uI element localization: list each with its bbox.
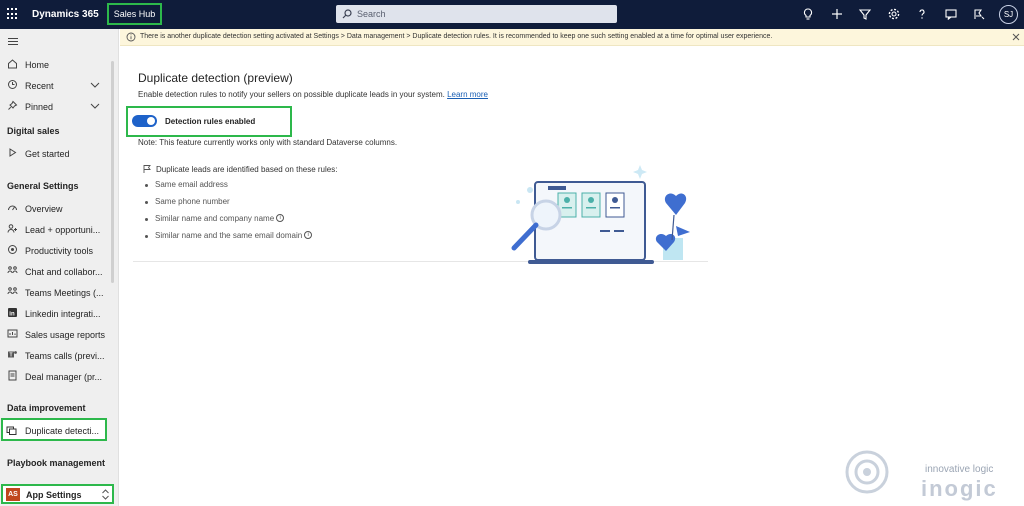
sidebar-item-duplicate-detection[interactable]: Duplicate detecti... [1,418,107,441]
info-icon[interactable]: i [304,231,313,239]
watermark-tagline: innovative logic [925,464,994,475]
sidebar-item-overview[interactable]: Overview [0,198,110,218]
feature-note: Note: This feature currently works only … [138,138,398,147]
sidebar-item-label: Deal manager (pr... [25,372,103,382]
sidebar-item-label: Lead + opportuni... [25,225,101,235]
pin-icon [8,100,18,110]
sidebar-item-productivity-tools[interactable]: Productivity tools [0,240,110,260]
flag-icon [143,165,151,173]
rules-heading-text: Duplicate leads are identified based on … [156,165,338,174]
sidebar-item-label: Linkedin integrati... [25,309,101,319]
detection-rules-toggle-container: Detection rules enabled [126,106,292,137]
sidebar-item-label: Overview [25,204,63,214]
plus-icon[interactable] [830,7,844,21]
sidebar-item-label: Duplicate detecti... [25,426,100,436]
sidebar-item-label: Recent [25,81,54,91]
rule-text: Similar name and the same email domain [155,231,303,240]
search-input[interactable]: Search [336,5,617,23]
page-description: Enable detection rules to notify your se… [138,90,488,99]
search-icon [342,9,352,19]
toggle-label: Detection rules enabled [165,117,256,126]
filter-icon[interactable] [858,7,872,21]
sidebar-item-home[interactable]: Home [0,54,110,74]
svg-text:T: T [10,353,13,359]
app-settings-label: App Settings [26,490,82,500]
chevron-up-down-icon[interactable] [101,488,110,501]
sidebar-item-linkedin-integration[interactable]: in Linkedin integrati... [0,303,110,323]
section-data-improvement: Data improvement [7,403,86,413]
assistant-icon[interactable] [972,7,986,21]
chevron-down-icon[interactable] [90,80,100,90]
rule-text: Similar name and company name [155,214,275,223]
section-playbook-management: Playbook management [7,458,106,468]
help-icon[interactable] [915,7,929,21]
svg-text:in: in [9,311,15,317]
duplicate-detection-illustration [511,165,690,264]
play-icon [9,148,17,157]
inogic-logo-icon [845,450,889,494]
sidebar-item-get-started[interactable]: Get started [0,143,110,163]
home-icon [8,59,17,69]
sidebar-scrollbar[interactable] [111,61,114,283]
sidebar-item-teams-calls[interactable]: T Teams calls (previ... [0,345,110,365]
detection-rules-toggle[interactable] [132,115,157,127]
description-text: Enable detection rules to notify your se… [138,90,445,99]
section-general-settings: General Settings [7,181,79,191]
sidebar-item-pinned[interactable]: Pinned [0,96,110,116]
sidebar-item-label: Home [25,60,50,70]
clock-icon [8,80,17,89]
app-settings-switcher[interactable]: AS App Settings [1,484,114,504]
gear-icon[interactable] [887,7,901,21]
sidebar-item-lead-opportunity[interactable]: Lead + opportuni... [0,219,110,239]
linkedin-icon: in [8,308,17,317]
sidebar-item-label: Pinned [25,102,54,112]
watermark-brand: inogic [921,476,998,501]
deal-icon [8,370,17,381]
watermark: innovative logic inogic [843,448,1021,501]
avatar[interactable]: SJ [999,5,1018,24]
collaboration-icon [7,266,18,274]
rule-text: Same phone number [155,197,230,206]
gauge-icon [8,205,17,211]
top-bar: Dynamics 365 Sales Hub Search SJ [0,0,1024,29]
meeting-icon [7,287,18,295]
chevron-down-icon[interactable] [90,101,100,111]
sidebar-item-label: Teams Meetings (... [25,288,104,298]
hamburger-menu-icon[interactable] [8,38,18,47]
page-title: Duplicate detection (preview) [138,71,293,85]
sidebar-item-teams-meetings[interactable]: Teams Meetings (... [0,282,110,302]
info-icon[interactable]: i [276,214,285,222]
chat-icon[interactable] [944,7,958,21]
lightbulb-icon[interactable] [801,7,815,21]
teams-icon: T [8,351,17,359]
people-icon [7,224,17,233]
rule-text: Same email address [155,180,228,189]
close-icon[interactable] [1011,32,1021,42]
search-placeholder: Search [357,9,386,19]
sidebar-item-sales-usage-reports[interactable]: Sales usage reports [0,324,110,344]
app-settings-badge: AS [6,488,20,501]
productivity-icon [8,245,17,254]
sidebar-item-label: Sales usage reports [25,330,106,340]
sidebar-item-label: Productivity tools [25,246,94,256]
section-digital-sales: Digital sales [7,126,60,136]
app-name[interactable]: Dynamics 365 [32,9,99,20]
sidebar-item-label: Chat and collabor... [25,267,103,277]
banner-text: There is another duplicate detection set… [140,33,773,40]
app-launcher-icon[interactable] [7,8,19,20]
sidebar: Home Recent Pinned Digital sales Get sta… [0,29,119,506]
info-banner: There is another duplicate detection set… [120,29,1024,46]
hub-name[interactable]: Sales Hub [107,3,162,25]
sidebar-item-chat-collaboration[interactable]: Chat and collabor... [0,261,110,281]
sidebar-item-label: Teams calls (previ... [25,351,105,361]
learn-more-link[interactable]: Learn more [447,90,488,99]
sidebar-item-label: Get started [25,149,70,159]
report-icon [7,329,18,338]
duplicate-icon [6,426,17,435]
sidebar-item-recent[interactable]: Recent [0,75,110,95]
info-icon [126,32,136,42]
sidebar-item-deal-manager[interactable]: Deal manager (pr... [0,366,110,386]
